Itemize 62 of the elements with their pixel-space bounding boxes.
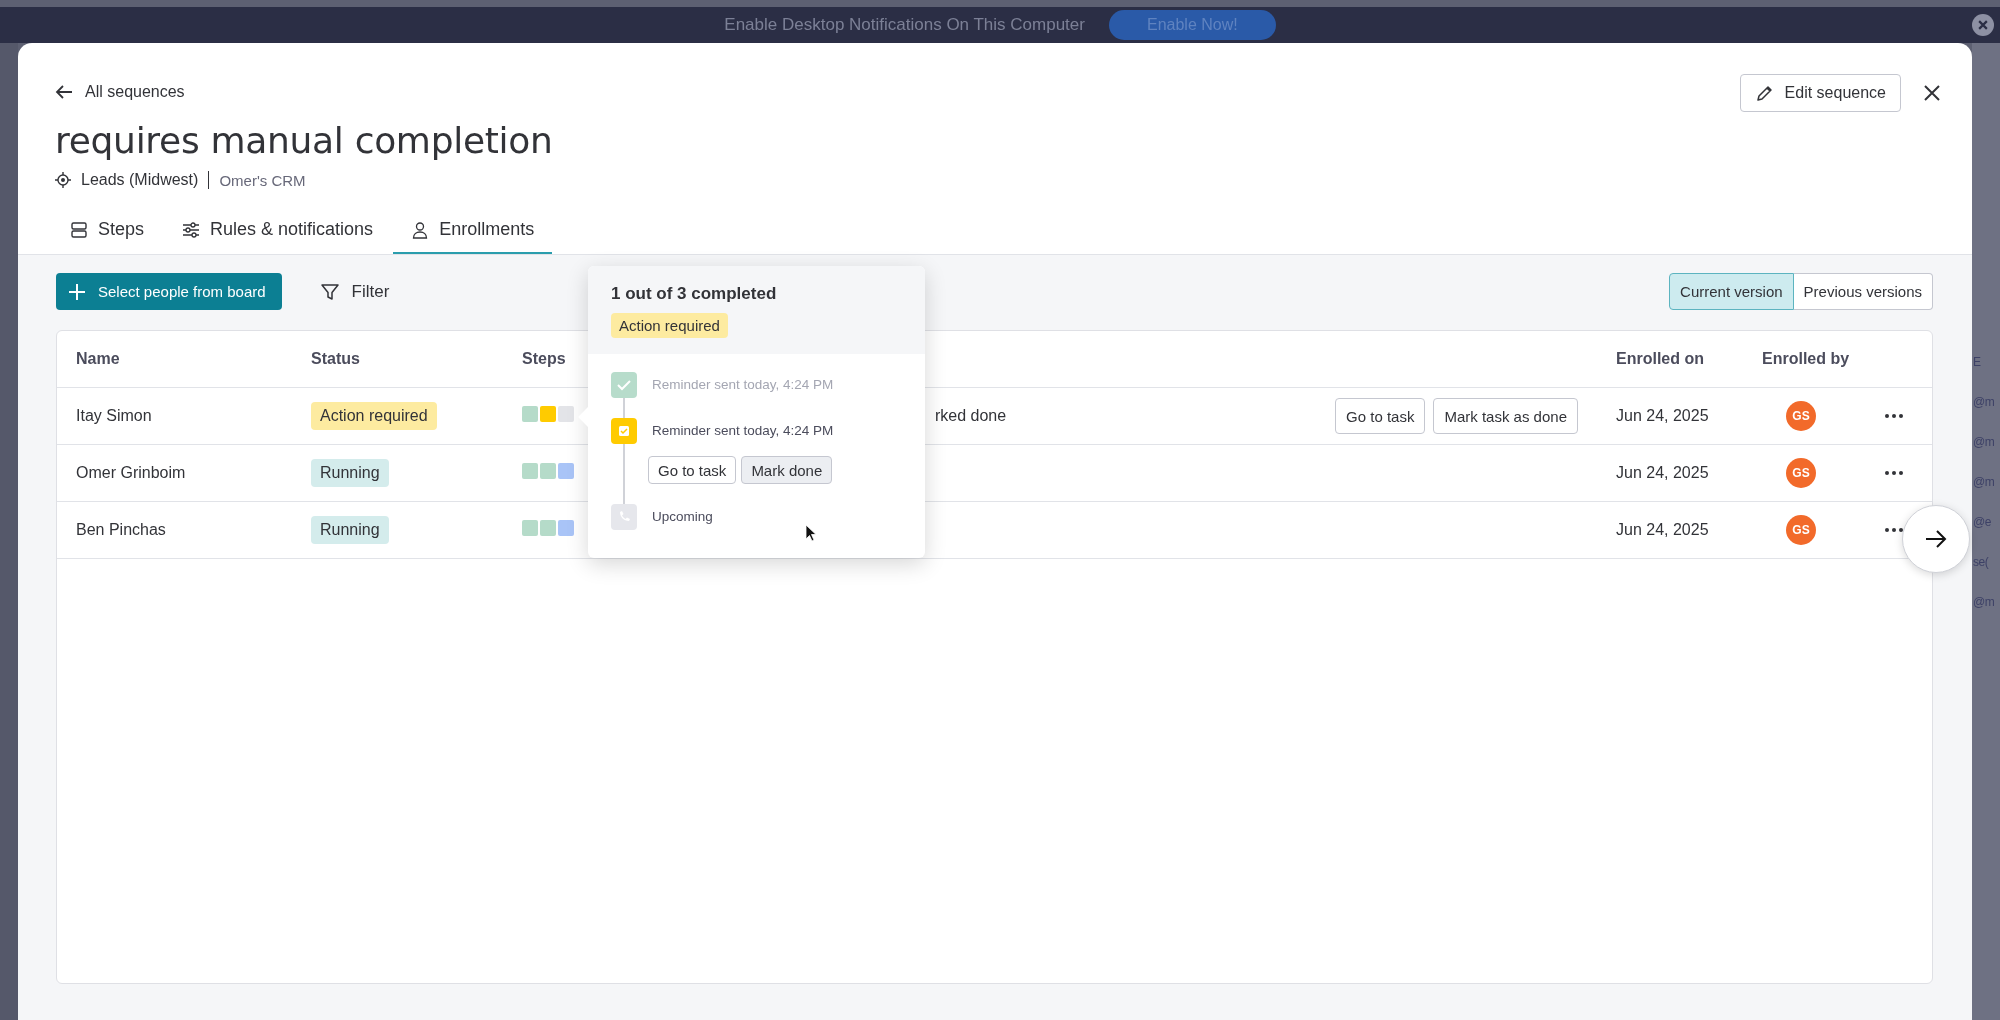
plus-icon (68, 282, 86, 301)
status-badge: Running (311, 459, 389, 487)
step-segment[interactable] (558, 520, 574, 536)
table-cell-text: Jun 24, 2025 (1616, 407, 1710, 425)
step-segment[interactable] (522, 406, 538, 422)
step-button[interactable]: Mark done (741, 456, 833, 484)
step-segment[interactable] (540, 406, 556, 422)
avatar: GS (1786, 458, 1816, 488)
table-cell-text: Ben Pinchas (76, 521, 167, 539)
select-people-button[interactable]: Select people from board (56, 273, 282, 310)
more-icon[interactable] (1885, 414, 1903, 418)
step-text: Reminder sent today, 4:24 PM (652, 376, 834, 394)
sequence-title: requires manual completion (55, 120, 554, 161)
step-segment[interactable] (540, 520, 556, 536)
avatar: GS (1786, 515, 1816, 545)
step-segment[interactable] (522, 520, 538, 536)
tab[interactable]: Rules & notifications (164, 209, 392, 254)
column-header: Steps (522, 350, 567, 368)
table-cell-text: rked done (934, 407, 1008, 425)
target-icon (55, 172, 71, 188)
column-header: Status (311, 350, 361, 368)
table-cell-text: Itay Simon (76, 407, 153, 425)
column-header: Enrolled on (1616, 350, 1705, 368)
task-button[interactable]: Mark task as done (1433, 398, 1578, 434)
step-segment[interactable] (558, 463, 574, 479)
cursor-icon (805, 524, 817, 542)
status-badge: Action required (311, 402, 437, 430)
filter-icon (319, 281, 340, 302)
avatar: GS (1786, 401, 1816, 431)
notification-text: Enable Desktop Notifications On This Computer (724, 15, 1085, 35)
steps-icon (70, 220, 88, 239)
filter-button[interactable]: Filter (305, 281, 404, 302)
step-text: Reminder sent today, 4:24 PM (652, 422, 834, 440)
column-header: Name (76, 350, 121, 368)
person-icon (411, 220, 430, 239)
column-header: Enrolled by (1762, 350, 1851, 368)
step-segment[interactable] (522, 463, 538, 479)
step-button[interactable]: Go to task (648, 456, 737, 484)
step-segment[interactable] (558, 406, 574, 422)
status-badge: Running (311, 516, 389, 544)
step-text: Upcoming (652, 508, 713, 526)
back-arrow-icon (55, 84, 73, 100)
more-icon[interactable] (1885, 471, 1903, 475)
table-cell-text: Omer Grinboim (76, 464, 187, 482)
back-link[interactable]: All sequences (55, 79, 185, 101)
popover-title: 1 out of 3 completed (611, 284, 778, 304)
table-cell-text: Jun 24, 2025 (1616, 464, 1710, 482)
arrow-right-icon (1924, 529, 1948, 549)
version-toggle[interactable]: Current version (1669, 273, 1794, 310)
workspace-name: Omer's CRM (219, 171, 306, 189)
step-segment[interactable] (540, 463, 556, 479)
edit-sequence-button[interactable]: Edit sequence (1739, 74, 1901, 112)
table-cell-text: Jun 24, 2025 (1616, 521, 1710, 539)
pencil-icon (1754, 83, 1775, 103)
close-icon[interactable] (1923, 84, 1941, 102)
tab[interactable]: Steps (52, 209, 163, 254)
status-badge: Action required (611, 313, 728, 338)
version-toggle[interactable]: Previous versions (1793, 273, 1933, 310)
sliders-icon (182, 220, 201, 239)
board-name: Leads (Midwest) (81, 171, 199, 189)
task-button[interactable]: Go to task (1335, 398, 1426, 434)
more-icon[interactable] (1885, 528, 1903, 532)
